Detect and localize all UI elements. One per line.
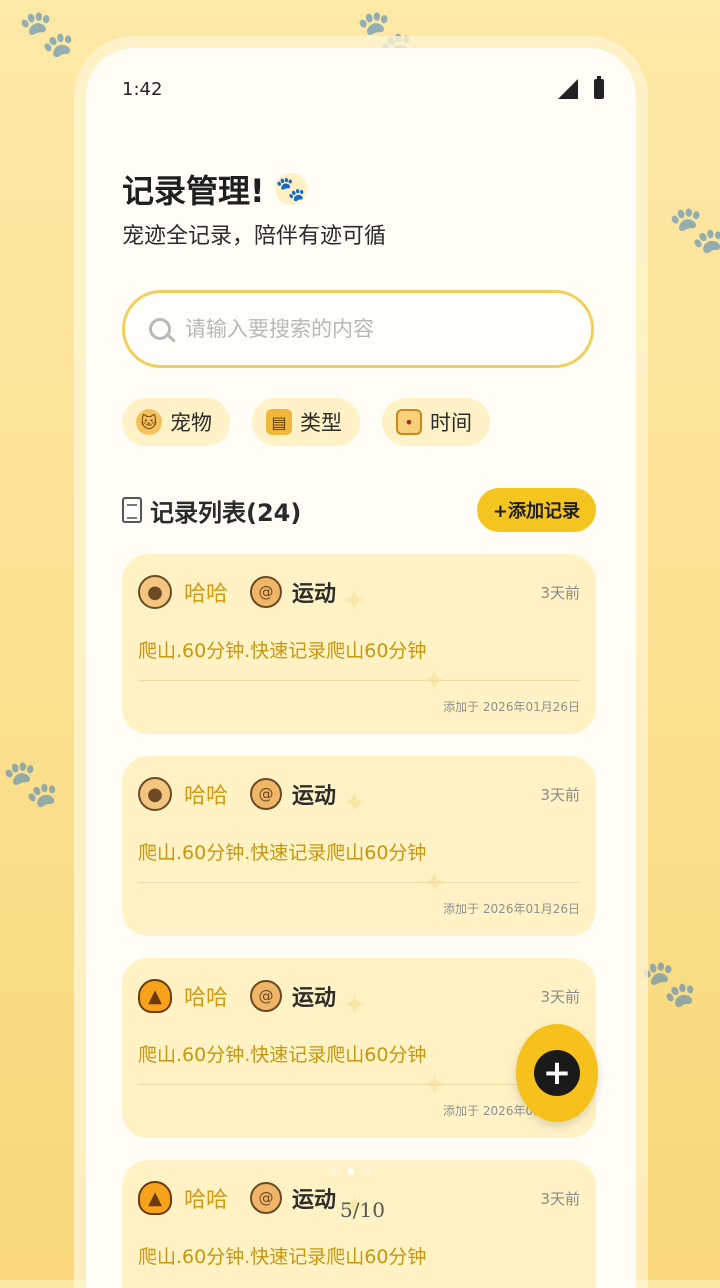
paw-decoration-icon: 🐾 [640,956,698,1010]
page-subtitle: 宠迹全记录，陪伴有迹可循 [122,224,387,249]
document-icon [122,497,142,523]
record-added-date: 添加于 2026年01月26日 [443,700,580,714]
record-type: 运动 [292,582,337,607]
paw-decoration-icon: 🐾 [668,202,720,256]
record-card[interactable]: ✦ ▲ 哈哈 @ 运动 3天前 爬山.60分钟.快速记录爬山60分钟 [122,1160,596,1288]
list-header: 记录列表(24) +添加记录 [122,488,596,532]
filter-type-label: 类型 [300,411,342,435]
divider [138,882,580,883]
page-counter: 5/10 [340,1198,385,1222]
record-content: 爬山.60分钟.快速记录爬山60分钟 [138,1246,427,1268]
paw-icon: 🐾 [274,173,307,205]
status-time: 1:42 [122,78,163,100]
record-card[interactable]: ✦ ✦ ● 哈哈 @ 运动 3天前 爬山.60分钟.快速记录爬山60分钟 添加于… [122,554,596,734]
battery-icon [594,76,604,99]
page-title-text: 记录管理! [122,172,265,210]
signal-icon [558,79,578,99]
pet-name: 哈哈 [184,784,229,809]
record-content: 爬山.60分钟.快速记录爬山60分钟 [138,842,427,864]
activity-icon: @ [250,778,283,810]
status-icons [558,76,604,99]
filter-pet-button[interactable]: 🐱 宠物 [122,398,230,446]
hamster-icon: ● [138,777,172,811]
record-header: ● 哈哈 @ 运动 3天前 [138,572,580,612]
record-added-date: 添加于 2026年01月26日 [443,902,580,916]
record-header: ▲ 哈哈 @ 运动 3天前 [138,976,580,1016]
record-content: 爬山.60分钟.快速记录爬山60分钟 [138,1044,427,1066]
cat-icon: 🐱 [136,409,162,435]
filter-bar: 🐱 宠物 ▤ 类型 • 时间 [122,398,490,446]
filter-time-button[interactable]: • 时间 [382,398,490,446]
record-content: 爬山.60分钟.快速记录爬山60分钟 [138,640,427,662]
divider [138,1084,580,1085]
record-card[interactable]: ✦ ✦ ● 哈哈 @ 运动 3天前 爬山.60分钟.快速记录爬山60分钟 添加于… [122,756,596,936]
paw-decoration-icon: ✦ [422,1068,448,1103]
list-title: 记录列表(24) [122,493,301,528]
filter-type-button[interactable]: ▤ 类型 [252,398,360,446]
parrot-icon: ▲ [138,1181,172,1215]
pet-name: 哈哈 [184,986,229,1011]
status-bar: 1:42 [122,76,604,102]
record-ago: 3天前 [540,785,580,804]
calendar-icon: • [396,409,422,435]
paw-decoration-icon: 🐾 [18,6,76,60]
filter-time-label: 时间 [430,411,472,435]
plus-icon: + [534,1050,580,1096]
paw-decoration-icon: ✦ [422,664,448,699]
page-title: 记录管理! 🐾 [122,166,307,212]
parrot-icon: ▲ [138,979,172,1013]
paw-decoration-icon: 🐾 [2,756,60,810]
search-bar[interactable] [122,290,594,368]
add-floating-button[interactable]: + [516,1024,598,1122]
record-ago: 3天前 [540,1189,580,1208]
divider [138,680,580,681]
list-title-text: 记录列表(24) [150,498,302,527]
record-type: 运动 [292,1188,337,1213]
clipboard-icon: ▤ [266,409,292,435]
record-ago: 3天前 [540,987,580,1006]
record-ago: 3天前 [540,583,580,602]
activity-icon: @ [250,576,283,608]
page-indicator-dots [330,1168,371,1175]
search-icon [149,318,171,340]
filter-pet-label: 宠物 [170,411,212,435]
record-header: ● 哈哈 @ 运动 3天前 [138,774,580,814]
pet-name: 哈哈 [184,1188,229,1213]
page-dot [330,1168,337,1175]
pet-name: 哈哈 [184,582,229,607]
record-type: 运动 [292,784,337,809]
paw-decoration-icon: ✦ [422,866,448,901]
add-record-button[interactable]: +添加记录 [476,488,596,532]
page-dot [364,1168,371,1175]
search-input[interactable] [183,316,567,342]
record-type: 运动 [292,986,337,1011]
hamster-icon: ● [138,575,172,609]
page-dot-active [347,1168,354,1175]
activity-icon: @ [250,1182,283,1214]
activity-icon: @ [250,980,283,1012]
